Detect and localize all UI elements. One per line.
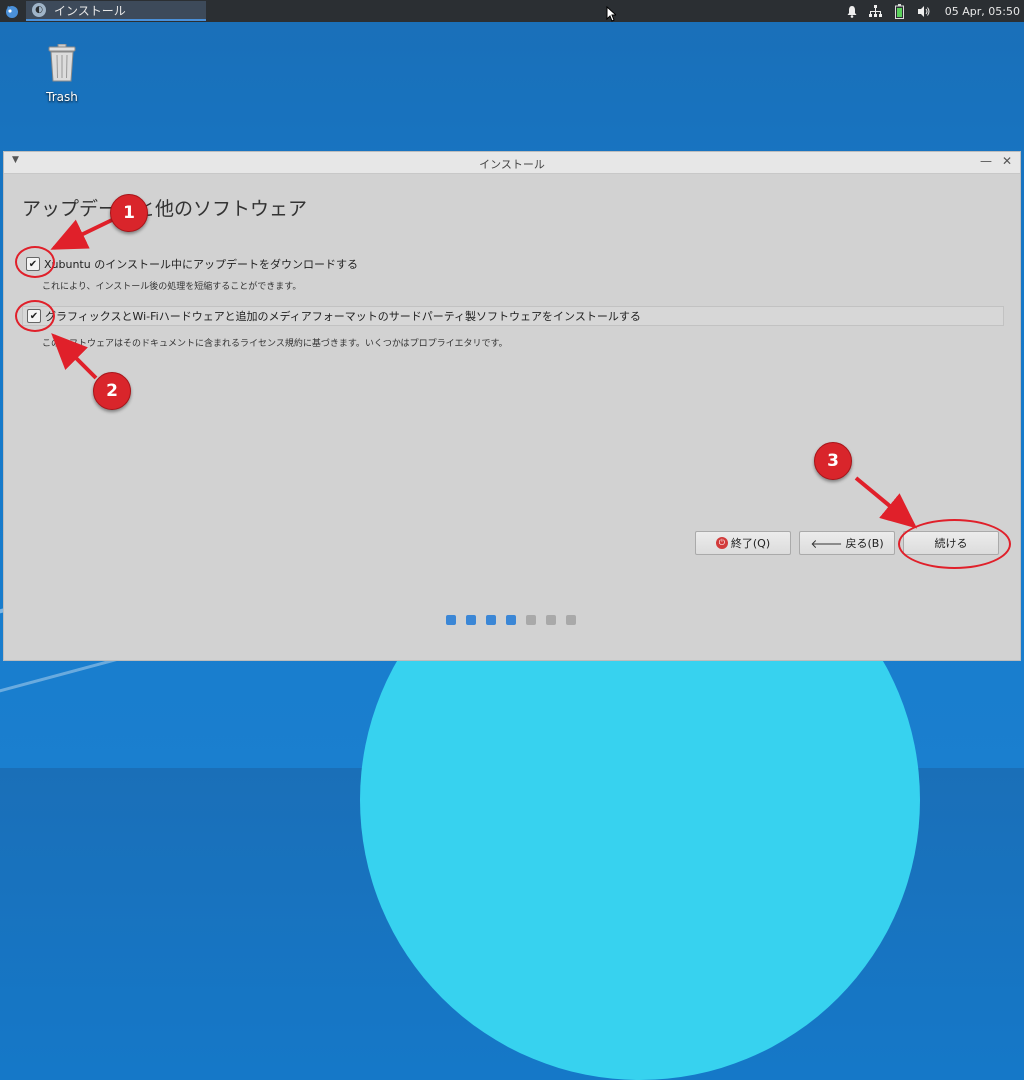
close-icon[interactable]: ✕ <box>1002 154 1012 168</box>
third-party-software-description: このソフトウェアはそのドキュメントに含まれるライセンス規約に基づきます。いくつか… <box>42 339 508 349</box>
third-party-software-option[interactable]: ✔ グラフィックスとWi-Fiハードウェアと追加のメディアフォーマットのサードパ… <box>22 306 1004 326</box>
download-updates-description: これにより、インストール後の処理を短縮することができます。 <box>42 282 302 292</box>
annotation-badge-1: 1 <box>110 194 148 232</box>
page-title: アップデートと他のソフトウェア <box>22 198 308 220</box>
progress-step-dot <box>466 615 476 625</box>
progress-step-dot <box>526 615 536 625</box>
whisker-menu-icon[interactable] <box>4 3 20 19</box>
progress-step-dot <box>506 615 516 625</box>
trash-desktop-icon[interactable]: Trash <box>36 43 88 104</box>
arrow-left-icon: 🡐 <box>810 536 843 551</box>
annotation-circle-checkbox2 <box>15 300 55 332</box>
installer-icon: ◐ <box>32 3 46 17</box>
annotation-circle-continue <box>898 519 1011 569</box>
download-updates-option[interactable]: ✔ Xubuntu のインストール中にアップデートをダウンロードする <box>26 256 358 272</box>
power-icon: ⏻ <box>715 537 728 549</box>
top-panel: ◐ インストール 05 Apr, 05:50 <box>0 0 1024 22</box>
progress-step-dot <box>546 615 556 625</box>
minimize-icon[interactable]: — <box>980 154 992 168</box>
trash-icon <box>47 43 77 82</box>
progress-indicator <box>446 615 576 625</box>
annotation-circle-checkbox1 <box>15 246 55 278</box>
download-updates-label[interactable]: Xubuntu のインストール中にアップデートをダウンロードする <box>44 256 358 272</box>
annotation-badge-2: 2 <box>93 372 131 410</box>
installer-window: ▼ インストール — ✕ アップデートと他のソフトウェア ✔ Xubuntu の… <box>3 151 1021 661</box>
progress-step-dot <box>486 615 496 625</box>
back-button[interactable]: 🡐 戻る(B) <box>799 531 895 555</box>
back-button-label: 戻る(B) <box>845 537 884 550</box>
quit-button-label: 終了(Q) <box>730 537 771 550</box>
quit-button[interactable]: ⏻ 終了(Q) <box>695 531 791 555</box>
notification-bell-icon[interactable] <box>845 4 859 18</box>
mouse-cursor-icon <box>606 5 618 26</box>
third-party-software-label[interactable]: グラフィックスとWi-Fiハードウェアと追加のメディアフォーマットのサードパーテ… <box>45 308 641 324</box>
progress-step-dot <box>446 615 456 625</box>
battery-icon[interactable] <box>893 3 907 19</box>
taskbar-item-label: インストール <box>54 3 126 18</box>
window-titlebar[interactable]: ▼ インストール — ✕ <box>4 152 1020 174</box>
trash-label: Trash <box>46 90 78 104</box>
taskbar-item-installer[interactable]: ◐ インストール <box>26 1 206 21</box>
annotation-badge-3: 3 <box>814 442 852 480</box>
progress-step-dot <box>566 615 576 625</box>
volume-icon[interactable] <box>917 4 931 18</box>
network-icon[interactable] <box>869 4 883 18</box>
clock[interactable]: 05 Apr, 05:50 <box>945 5 1020 18</box>
window-title: インストール <box>479 158 545 171</box>
